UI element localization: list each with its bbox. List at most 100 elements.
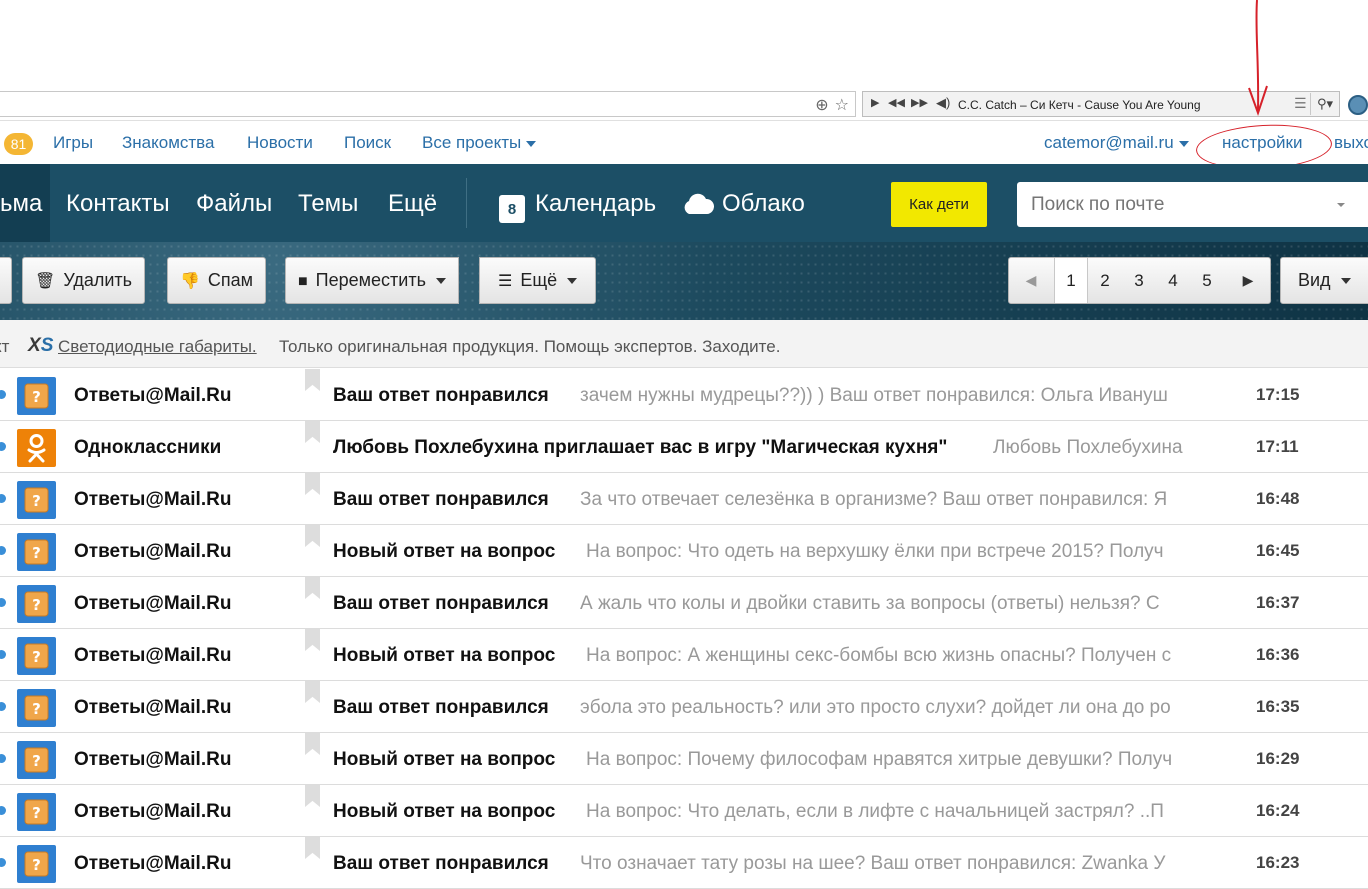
unread-dot-icon[interactable] [0,546,6,555]
message-row[interactable]: ? Ответы@Mail.Ru Новый ответ на вопрос На в… [0,733,1368,785]
volume-icon[interactable]: ◀) [936,95,950,111]
portal-link-news[interactable]: Новости [247,133,313,153]
answers-avatar-icon: ? [17,377,56,415]
message-row[interactable]: ? Ответы@Mail.Ru Ваш ответ понравился А жал… [0,577,1368,629]
previous-icon[interactable]: ◀◀ [888,96,905,109]
move-button[interactable]: ■ Переместить [285,257,459,304]
portal-link-dating[interactable]: Знакомства [122,133,214,153]
unread-dot-icon[interactable] [0,806,6,815]
unread-dot-icon[interactable] [0,390,6,399]
message-time: 16:24 [1256,801,1300,820]
ad-banner: кт XS Светодиодные габариты. Только ориг… [0,320,1368,368]
message-snippet: А жаль что колы и двойки ставить за вопр… [580,593,1160,614]
next-page-icon[interactable]: ▶ [1226,258,1270,303]
page-2[interactable]: 2 [1088,258,1122,303]
page-5[interactable]: 5 [1190,258,1224,303]
spam-button[interactable]: 👎 Спам [167,257,267,304]
flag-icon[interactable] [305,837,320,859]
message-row[interactable]: ? Ответы@Mail.Ru Ваш ответ понравился Что о… [0,837,1368,889]
svg-text:?: ? [32,752,41,770]
delete-button[interactable]: 🗑 Удалить [22,257,146,304]
cloud-link[interactable]: Облако [682,190,805,218]
flag-icon[interactable] [305,577,320,599]
flag-icon[interactable] [305,629,320,651]
portal-menu: 81 Игры Знакомства Новости Поиск Все про… [0,122,1368,164]
message-sender: Ответы@Mail.Ru [74,697,232,718]
message-row[interactable]: Одноклассники Любовь Похлебухина приглаша… [0,421,1368,473]
message-row[interactable]: ? Ответы@Mail.Ru Новый ответ на вопрос На в… [0,785,1368,837]
mail-search[interactable] [1017,182,1368,227]
bookmark-star-icon[interactable]: ☆ [835,95,849,115]
select-all-button[interactable] [0,257,12,304]
portal-link-all-projects[interactable]: Все проекты [422,133,537,153]
thumbs-down-icon: 👎 [180,273,200,290]
tab-themes[interactable]: Темы [298,190,358,218]
message-time: 17:15 [1256,385,1300,404]
message-row[interactable]: ? Ответы@Mail.Ru Ваш ответ понравился За чт… [0,473,1368,525]
page-4[interactable]: 4 [1156,258,1190,303]
message-snippet: На вопрос: А женщины секс-бомбы всю жизн… [586,645,1172,666]
chevron-down-icon [567,278,578,285]
answers-avatar-icon: ? [17,637,56,675]
ad-link[interactable]: Светодиодные габариты. [58,337,257,357]
search-icon[interactable]: ⚲▾ [1310,93,1339,115]
flag-icon[interactable] [305,681,320,703]
message-row[interactable]: ? Ответы@Mail.Ru Ваш ответ понравился эбола… [0,681,1368,733]
flag-icon[interactable] [305,421,320,443]
calendar-link[interactable]: 8 Календарь [499,190,656,223]
tab-files[interactable]: Файлы [196,190,272,218]
chevron-down-icon [1340,278,1351,285]
message-snippet: На вопрос: Что одеть на верхушку ёлки пр… [586,541,1164,562]
flag-icon[interactable] [305,473,320,495]
mail-search-input[interactable] [1031,194,1331,216]
tab-mail[interactable]: ьма [0,190,42,218]
message-subject: Новый ответ на вопрос [333,541,556,562]
message-row[interactable]: ? Ответы@Mail.Ru Ваш ответ понравился зачем… [0,369,1368,421]
unread-dot-icon[interactable] [0,598,6,607]
message-subject: Ваш ответ понравился [333,697,549,718]
portal-link-games[interactable]: Игры [53,133,93,153]
page-3[interactable]: 3 [1122,258,1156,303]
view-button[interactable]: Вид [1280,257,1368,304]
unread-dot-icon[interactable] [0,494,6,503]
flag-icon[interactable] [305,733,320,755]
prev-page-icon[interactable]: ◀ [1009,258,1053,303]
spam-label: Спам [207,270,254,290]
main-nav: ьма Контакты Файлы Темы Ещё 8 Календарь О… [0,164,1368,242]
user-email-menu[interactable]: catemor@mail.ru [1044,133,1189,153]
unread-dot-icon[interactable] [0,650,6,659]
trash-icon: 🗑 [35,273,56,290]
kids-button[interactable]: Как дети [891,182,987,227]
play-icon[interactable]: ▶ [871,96,879,109]
notification-badge[interactable]: 81 [4,133,33,155]
flag-icon[interactable] [305,785,320,807]
message-row[interactable]: ? Ответы@Mail.Ru Новый ответ на вопрос На в… [0,525,1368,577]
message-snippet: Любовь Похлебухина [993,437,1183,458]
next-icon[interactable]: ▶▶ [911,96,928,109]
unread-dot-icon[interactable] [0,442,6,451]
page-1[interactable]: 1 [1054,258,1088,303]
message-row[interactable]: ? Ответы@Mail.Ru Новый ответ на вопрос На в… [0,629,1368,681]
more-button[interactable]: ☰ Ещё [479,257,597,304]
portal-link-search[interactable]: Поиск [344,133,391,153]
message-subject: Новый ответ на вопрос [333,749,556,770]
unread-dot-icon[interactable] [0,702,6,711]
unread-dot-icon[interactable] [0,858,6,867]
unread-dot-icon[interactable] [0,754,6,763]
message-sender: Ответы@Mail.Ru [74,593,232,614]
tab-contacts[interactable]: Контакты [66,190,170,218]
answers-avatar-icon: ? [17,481,56,519]
message-sender: Ответы@Mail.Ru [74,801,232,822]
chevron-down-icon[interactable] [1337,203,1345,207]
flag-icon[interactable] [305,369,320,391]
svg-text:?: ? [32,700,41,718]
zoom-icon[interactable]: ⊕ [815,95,828,115]
odnoklassniki-avatar-icon [17,429,56,467]
extension-icon[interactable] [1348,95,1368,115]
action-toolbar: 🗑 Удалить 👎 Спам ■ Переместить ☰ Ещё ◀ 1 2 3… [0,242,1368,320]
tab-more[interactable]: Ещё [388,190,437,218]
address-bar[interactable]: ⊕ ☆ [0,91,856,117]
logout-link[interactable]: выхо [1334,133,1368,153]
flag-icon[interactable] [305,525,320,547]
menu-icon[interactable]: ☰ [1294,95,1307,112]
